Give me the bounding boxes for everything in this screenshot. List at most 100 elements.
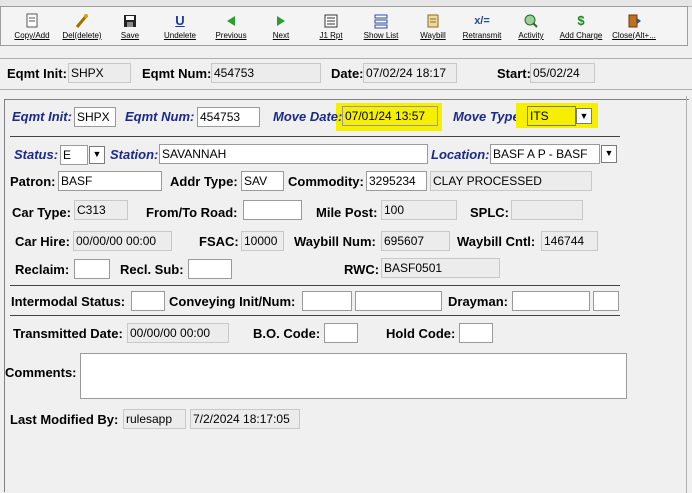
commodity-code-input[interactable]: 3295234 [366,171,427,191]
status-dropdown-button[interactable]: ▼ [89,146,105,164]
add-charge-button[interactable]: $ Add Charge [557,7,605,45]
commodity-label: Commodity: [288,174,364,189]
car-type-value: C313 [74,200,128,220]
transmitted-date-label: Transmitted Date: [13,326,123,341]
station-input[interactable]: SAVANNAH [159,144,428,164]
move-type-dropdown-button[interactable]: ▼ [576,108,592,124]
chevron-down-icon: ▼ [92,149,102,159]
header-eqmt-num-value: 454753 [211,63,321,83]
last-modified-label: Last Modified By: [10,412,119,427]
panel-right-border [686,96,687,493]
move-type-select[interactable]: ITS [527,106,576,126]
move-date-input[interactable]: 07/01/24 13:57 [342,106,438,126]
activity-icon [523,13,539,29]
previous-icon [223,13,239,29]
addr-type-input[interactable]: SAV [241,171,284,191]
eqmt-num-input[interactable]: 454753 [197,107,260,127]
show-list-button[interactable]: Show List [361,7,401,45]
status-select[interactable]: E [60,145,88,165]
header-eqmt-init-value: SHPX [68,63,131,83]
from-to-road-label: From/To Road: [146,205,238,220]
close-icon [626,13,642,29]
undelete-button[interactable]: U Undelete [159,7,201,45]
charge-icon: $ [577,13,585,28]
car-hire-value: 00/00/00 00:00 [73,231,172,251]
save-icon [122,13,138,29]
comments-textarea[interactable] [80,353,627,399]
delete-button[interactable]: Del(delete) [57,7,107,45]
chevron-down-icon: ▼ [604,148,614,158]
station-label: Station: [110,147,159,162]
status-label: Status: [14,147,59,162]
mile-post-label: Mile Post: [316,205,378,220]
rwc-value: BASF0501 [381,258,500,278]
toolbar: Copy/Add Del(delete) Save U Undelete Pre… [0,6,688,46]
j1-report-button[interactable]: J1 Rpt [313,7,349,45]
separator [10,285,620,286]
reclaim-label: Reclaim: [15,262,70,277]
recl-sub-label: Recl. Sub: [120,262,184,277]
waybill-num-label: Waybill Num: [294,234,376,249]
separator [10,315,620,316]
transmitted-date-value: 00/00/00 00:00 [127,323,229,343]
header-eqmt-num-label: Eqmt Num: [142,66,212,81]
drayman-secondary-input[interactable] [593,291,619,311]
retransmit-icon: x/= [474,15,490,27]
header-start-value: 05/02/24 [530,63,595,83]
location-dropdown-button[interactable]: ▼ [601,145,617,163]
chevron-down-icon: ▼ [579,111,589,121]
eqmt-init-input[interactable]: SHPX [74,107,116,127]
drayman-input[interactable] [512,291,590,311]
recl-sub-input[interactable] [188,259,232,279]
car-hire-label: Car Hire: [15,234,70,249]
splc-label: SPLC: [470,205,509,220]
copy-add-button[interactable]: Copy/Add [9,7,55,45]
conveying-num-input[interactable] [355,291,442,311]
activity-button[interactable]: Activity [513,7,549,45]
commodity-description: CLAY PROCESSED [430,171,592,191]
last-modified-user: rulesapp [123,409,186,429]
waybill-num-value: 695607 [381,231,450,251]
last-modified-timestamp: 7/2/2024 18:17:05 [190,409,300,429]
conveying-init-input[interactable] [302,291,352,311]
location-select[interactable]: BASF A P - BASF [490,144,600,164]
close-button[interactable]: Close(Alt+... [609,7,659,45]
mile-post-value: 100 [381,200,457,220]
delete-icon [74,13,90,29]
waybill-cntl-value: 146744 [541,231,598,251]
eqmt-init-label: Eqmt Init: [12,109,72,124]
addr-type-label: Addr Type: [170,174,238,189]
intermodal-status-input[interactable] [131,291,165,311]
drayman-label: Drayman: [448,294,508,309]
move-type-label: Move Type: [453,109,525,124]
waybill-icon [425,13,441,29]
patron-label: Patron: [10,174,56,189]
intermodal-status-label: Intermodal Status: [11,294,126,309]
bo-code-input[interactable] [324,323,358,343]
previous-button[interactable]: Previous [209,7,253,45]
save-button[interactable]: Save [113,7,147,45]
hold-code-input[interactable] [459,323,493,343]
reclaim-input[interactable] [74,259,110,279]
retransmit-button[interactable]: x/= Retransmit [459,7,505,45]
from-to-road-input[interactable] [243,200,302,220]
waybill-button[interactable]: Waybill [413,7,453,45]
undelete-icon: U [175,13,185,28]
next-button[interactable]: Next [263,7,299,45]
eqmt-num-label: Eqmt Num: [125,109,195,124]
location-label: Location: [431,147,490,162]
separator [10,136,620,137]
next-icon [273,13,289,29]
fsac-value: 10000 [241,231,284,251]
rwc-label: RWC: [344,262,380,277]
header-date-label: Date: [331,66,364,81]
conveying-init-num-label: Conveying Init/Num: [169,294,296,309]
patron-input[interactable]: BASF [58,171,162,191]
splc-value [511,200,583,220]
copy-icon [24,13,40,29]
report-icon [323,13,339,29]
fsac-label: FSAC: [199,234,239,249]
header-date-value: 07/02/24 18:17 [363,63,457,83]
list-icon [373,13,389,29]
header-start-label: Start: [497,66,531,81]
